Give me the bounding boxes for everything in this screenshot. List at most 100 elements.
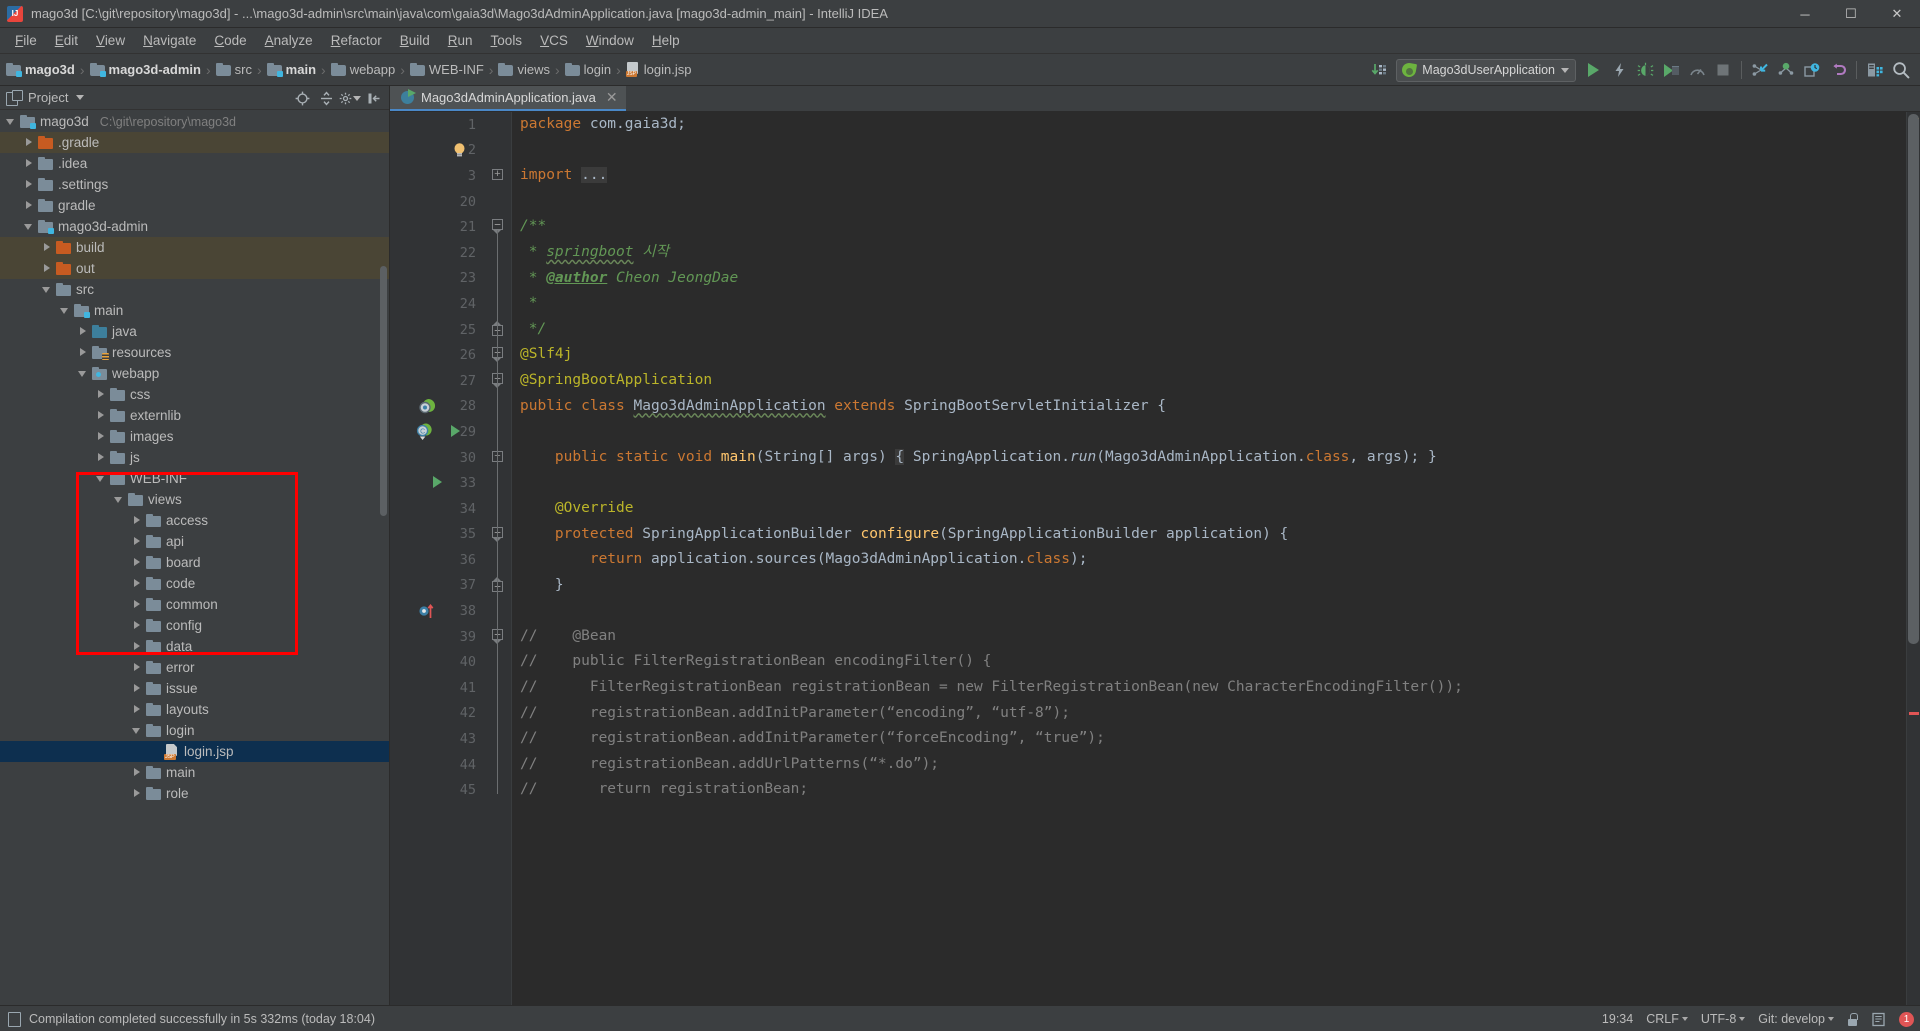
tree-node-js[interactable]: js [0, 447, 389, 468]
tree-node-src[interactable]: src [0, 279, 389, 300]
chevron-down-icon[interactable] [78, 368, 89, 379]
tree-node-login-jsp[interactable]: login.jsp [0, 741, 389, 762]
chevron-right-icon[interactable] [42, 242, 53, 253]
override-method-icon[interactable] [418, 602, 438, 620]
caret-position[interactable]: 19:34 [1602, 1012, 1633, 1026]
menu-item-view[interactable]: View [87, 30, 134, 51]
chevron-right-icon[interactable] [96, 389, 107, 400]
tree-node-web-inf[interactable]: WEB-INF [0, 468, 389, 489]
structure-icon[interactable] [1862, 57, 1888, 83]
breadcrumb-item-main[interactable]: main [266, 62, 316, 77]
editor-gutter[interactable]: 1 2 3 20 21 22 23 24 25 26 27 28 29 30 33 34 35 36 37 38 39 4… [390, 112, 486, 1005]
tree-node-externlib[interactable]: externlib [0, 405, 389, 426]
chevron-right-icon[interactable] [24, 200, 35, 211]
hide-panel-icon[interactable] [363, 87, 385, 109]
run-method-icon[interactable] [430, 474, 444, 490]
chevron-right-icon[interactable] [78, 347, 89, 358]
collapse-all-icon[interactable] [315, 87, 337, 109]
tree-node-issue[interactable]: issue [0, 678, 389, 699]
chevron-right-icon[interactable] [24, 137, 35, 148]
breadcrumb-item-src[interactable]: src [215, 62, 252, 77]
settings-icon[interactable] [339, 87, 361, 109]
tree-node-config[interactable]: config [0, 615, 389, 636]
chevron-right-icon[interactable] [132, 788, 143, 799]
event-log-icon[interactable] [6, 1011, 22, 1027]
tree-node-error[interactable]: error [0, 657, 389, 678]
stop-icon[interactable] [1710, 57, 1736, 83]
tree-node-images[interactable]: images [0, 426, 389, 447]
menu-item-tools[interactable]: Tools [482, 30, 532, 51]
chevron-right-icon[interactable] [132, 599, 143, 610]
chevron-down-icon[interactable] [1561, 67, 1569, 73]
chevron-right-icon[interactable] [96, 410, 107, 421]
menu-item-window[interactable]: Window [577, 30, 643, 51]
tree-node-login[interactable]: login [0, 720, 389, 741]
chevron-right-icon[interactable] [96, 431, 107, 442]
read-only-lock-icon[interactable] [1847, 1012, 1858, 1026]
breadcrumb-item-login-jsp[interactable]: login.jsp [625, 62, 692, 77]
menu-item-help[interactable]: Help [643, 30, 689, 51]
chevron-right-icon[interactable] [132, 641, 143, 652]
run-class-icon[interactable] [448, 423, 462, 439]
chevron-down-icon[interactable] [24, 221, 35, 232]
intention-bulb-icon[interactable] [452, 142, 467, 159]
chevron-right-icon[interactable] [132, 683, 143, 694]
menu-item-vcs[interactable]: VCS [531, 30, 577, 51]
chevron-down-icon[interactable] [96, 473, 107, 484]
chevron-right-icon[interactable] [132, 578, 143, 589]
breadcrumb-item-web-inf[interactable]: WEB-INF [409, 62, 484, 77]
breadcrumb-item-mago3d[interactable]: mago3d [6, 62, 75, 77]
chevron-right-icon[interactable] [78, 326, 89, 337]
editor-scrollbar-thumb[interactable] [1908, 114, 1919, 644]
chevron-right-icon[interactable] [132, 704, 143, 715]
minimize-button[interactable]: ─ [1782, 0, 1828, 28]
chevron-right-icon[interactable] [132, 620, 143, 631]
fold-expand-marker[interactable]: + [492, 450, 505, 464]
run-with-coverage-icon[interactable] [1606, 57, 1632, 83]
stripe-error-mark[interactable] [1909, 712, 1919, 715]
vcs-history-icon[interactable] [1799, 57, 1825, 83]
git-branch[interactable]: Git: develop [1758, 1012, 1834, 1026]
chevron-right-icon[interactable] [132, 767, 143, 778]
tree-node-main[interactable]: main [0, 300, 389, 321]
tree-node--gradle[interactable]: .gradle [0, 132, 389, 153]
chevron-right-icon[interactable] [132, 662, 143, 673]
chevron-right-icon[interactable] [96, 452, 107, 463]
editor-tab-mago3dadminapplication[interactable]: Mago3dAdminApplication.java ✕ [390, 86, 626, 111]
project-tree-scrollbar[interactable] [380, 266, 387, 516]
line-separator[interactable]: CRLF [1646, 1012, 1688, 1026]
tree-node-common[interactable]: common [0, 594, 389, 615]
breadcrumb-item-login[interactable]: login [564, 62, 611, 77]
code-folding-column[interactable]: +−−−−+−−− [486, 112, 512, 1005]
chevron-down-icon[interactable] [60, 305, 71, 316]
update-project-icon[interactable] [1366, 57, 1392, 83]
menu-item-refactor[interactable]: Refactor [322, 30, 391, 51]
tree-node-views[interactable]: views [0, 489, 389, 510]
tree-node--idea[interactable]: .idea [0, 153, 389, 174]
tree-node-gradle[interactable]: gradle [0, 195, 389, 216]
run-configuration-selector[interactable]: Mago3dUserApplication [1396, 58, 1576, 82]
spring-class-run-icon[interactable]: C [415, 423, 437, 443]
menu-item-build[interactable]: Build [391, 30, 439, 51]
menu-item-navigate[interactable]: Navigate [134, 30, 205, 51]
tree-node-access[interactable]: access [0, 510, 389, 531]
menu-item-analyze[interactable]: Analyze [256, 30, 322, 51]
file-encoding[interactable]: UTF-8 [1701, 1012, 1746, 1026]
chevron-down-icon[interactable] [353, 95, 361, 101]
tree-node-layouts[interactable]: layouts [0, 699, 389, 720]
tree-node-mago3d[interactable]: mago3d C:\git\repository\mago3d [0, 111, 389, 132]
code-content[interactable]: package com.gaia3d; import ... /** * spr… [512, 112, 1906, 1005]
chevron-down-icon[interactable] [114, 494, 125, 505]
maximize-button[interactable]: ☐ [1828, 0, 1874, 28]
locate-file-icon[interactable] [291, 87, 313, 109]
close-icon[interactable]: ✕ [606, 89, 618, 106]
chevron-down-icon[interactable] [132, 725, 143, 736]
chevron-down-icon[interactable] [42, 284, 53, 295]
debug-icon[interactable] [1632, 57, 1658, 83]
search-everywhere-icon[interactable] [1888, 57, 1914, 83]
inspections-icon[interactable] [1871, 1012, 1886, 1027]
run-button[interactable] [1580, 57, 1606, 83]
code-editor[interactable]: 1 2 3 20 21 22 23 24 25 26 27 28 29 30 33 34 35 36 37 38 39 4… [390, 112, 1920, 1005]
run-coverage-icon[interactable] [1658, 57, 1684, 83]
profiler-icon[interactable] [1684, 57, 1710, 83]
